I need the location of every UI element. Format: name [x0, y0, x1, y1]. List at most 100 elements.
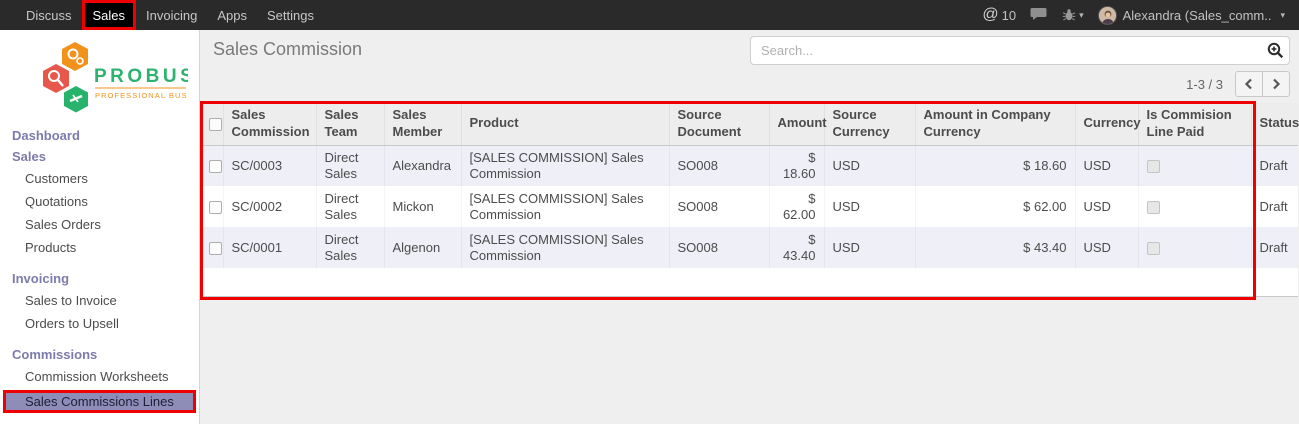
- pager-range: 1-3 / 3: [1186, 77, 1223, 92]
- sidebar-heading-commissions[interactable]: Commissions: [0, 344, 199, 365]
- mentions-counter[interactable]: @ 10: [982, 6, 1016, 24]
- menu-settings[interactable]: Settings: [257, 0, 324, 30]
- cell-source-currency: USD: [824, 145, 915, 186]
- cell-source-document: SO008: [669, 186, 769, 227]
- col-amount[interactable]: Amount: [769, 103, 824, 145]
- table-row[interactable]: SC/0003 Direct Sales Alexandra [SALES CO…: [201, 145, 1298, 186]
- col-currency[interactable]: Currency: [1075, 103, 1138, 145]
- cell-amount-company: $ 43.40: [915, 227, 1075, 268]
- search-icon[interactable]: [1261, 42, 1289, 59]
- cell-source-currency: USD: [824, 186, 915, 227]
- row-select-cell: [201, 227, 223, 268]
- cell-status: Draft: [1251, 227, 1298, 268]
- cell-member: Algenon: [384, 227, 461, 268]
- cell-paid: [1138, 186, 1251, 227]
- cell-member: Mickon: [384, 186, 461, 227]
- col-source-document[interactable]: Source Document: [669, 103, 769, 145]
- pager: 1-3 / 3: [1186, 71, 1290, 97]
- company-logo[interactable]: PROBUSE PROFESSIONAL BUSINESS: [0, 30, 199, 125]
- cell-team: Direct Sales: [316, 227, 384, 268]
- user-name: Alexandra (Sales_comm..: [1123, 8, 1272, 23]
- sidebar-heading-sales[interactable]: Sales: [0, 146, 199, 167]
- cell-amount-company: $ 18.60: [915, 145, 1075, 186]
- sidebar-heading-reports[interactable]: Reports: [0, 420, 199, 424]
- paid-checkbox[interactable]: [1147, 201, 1160, 214]
- paid-checkbox[interactable]: [1147, 160, 1160, 173]
- table-row[interactable]: SC/0002 Direct Sales Mickon [SALES COMMI…: [201, 186, 1298, 227]
- user-avatar: [1098, 6, 1117, 25]
- col-status[interactable]: Status: [1251, 103, 1298, 145]
- commission-lines-table: Sales Commission Sales Team Sales Member…: [201, 103, 1298, 297]
- col-amount-company-currency[interactable]: Amount in Company Currency: [915, 103, 1075, 145]
- table-header-row: Sales Commission Sales Team Sales Member…: [201, 103, 1298, 145]
- menu-discuss[interactable]: Discuss: [16, 0, 82, 30]
- user-caret-icon: ▾: [1280, 10, 1285, 21]
- menu-apps[interactable]: Apps: [207, 0, 257, 30]
- row-select-cell: [201, 145, 223, 186]
- menu-invoicing[interactable]: Invoicing: [136, 0, 207, 30]
- user-menu[interactable]: Alexandra (Sales_comm.. ▾: [1098, 6, 1285, 25]
- topbar-right: @ 10 ▾ Alexandra (Sales_comm.. ▾: [982, 6, 1299, 25]
- select-all-checkbox[interactable]: [209, 118, 222, 131]
- sidebar-item-orders-to-upsell[interactable]: Orders to Upsell: [0, 312, 199, 335]
- search-input[interactable]: [751, 43, 1261, 58]
- cell-product: [SALES COMMISSION] Sales Commission: [461, 186, 669, 227]
- cell-currency: USD: [1075, 186, 1138, 227]
- cell-currency: USD: [1075, 145, 1138, 186]
- select-all-cell: [201, 103, 223, 145]
- sidebar-item-customers[interactable]: Customers: [0, 167, 199, 190]
- sidebar-item-sales-orders[interactable]: Sales Orders: [0, 213, 199, 236]
- sidebar-item-products[interactable]: Products: [0, 236, 199, 259]
- cell-paid: [1138, 227, 1251, 268]
- sidebar-item-dashboard[interactable]: Dashboard: [0, 125, 199, 146]
- cell-currency: USD: [1075, 227, 1138, 268]
- cell-source-document: SO008: [669, 227, 769, 268]
- cell-status: Draft: [1251, 145, 1298, 186]
- cell-amount: $ 18.60: [769, 145, 824, 186]
- cell-team: Direct Sales: [316, 186, 384, 227]
- cell-amount-company: $ 62.00: [915, 186, 1075, 227]
- at-icon: @: [982, 6, 998, 24]
- app-window: Discuss Sales Invoicing Apps Settings @ …: [0, 0, 1299, 424]
- row-checkbox[interactable]: [209, 160, 222, 173]
- table-empty-row: [201, 268, 1298, 296]
- debug-caret-icon: ▾: [1079, 10, 1084, 21]
- col-source-currency[interactable]: Source Currency: [824, 103, 915, 145]
- paid-checkbox[interactable]: [1147, 242, 1160, 255]
- svg-text:PROBUSE: PROBUSE: [94, 66, 188, 87]
- sidebar-item-quotations[interactable]: Quotations: [0, 190, 199, 213]
- cell-amount: $ 43.40: [769, 227, 824, 268]
- pager-previous-button[interactable]: [1235, 71, 1263, 97]
- page-title: Sales Commission: [213, 39, 362, 60]
- sidebar-item-sales-commissions-lines[interactable]: Sales Commissions Lines: [3, 390, 196, 413]
- col-sales-member[interactable]: Sales Member: [384, 103, 461, 145]
- top-menu: Discuss Sales Invoicing Apps Settings: [16, 0, 324, 30]
- table-row[interactable]: SC/0001 Direct Sales Algenon [SALES COMM…: [201, 227, 1298, 268]
- row-select-cell: [201, 186, 223, 227]
- menu-sales[interactable]: Sales: [82, 0, 137, 30]
- search-box: [750, 36, 1290, 65]
- cell-product: [SALES COMMISSION] Sales Commission: [461, 227, 669, 268]
- cell-product: [SALES COMMISSION] Sales Commission: [461, 145, 669, 186]
- col-product[interactable]: Product: [461, 103, 669, 145]
- messages-icon[interactable]: [1030, 7, 1048, 24]
- row-checkbox[interactable]: [209, 201, 222, 214]
- pager-next-button[interactable]: [1262, 71, 1290, 97]
- svg-text:PROFESSIONAL BUSINESS: PROFESSIONAL BUSINESS: [95, 91, 188, 100]
- cell-paid: [1138, 145, 1251, 186]
- col-sales-team[interactable]: Sales Team: [316, 103, 384, 145]
- cell-source-currency: USD: [824, 227, 915, 268]
- debug-bug-icon[interactable]: ▾: [1062, 8, 1084, 22]
- cell-name: SC/0003: [223, 145, 316, 186]
- cell-team: Direct Sales: [316, 145, 384, 186]
- col-sales-commission[interactable]: Sales Commission: [223, 103, 316, 145]
- cell-source-document: SO008: [669, 145, 769, 186]
- col-is-commission-line-paid[interactable]: Is Commision Line Paid: [1138, 103, 1251, 145]
- top-navbar: Discuss Sales Invoicing Apps Settings @ …: [0, 0, 1299, 30]
- cell-name: SC/0001: [223, 227, 316, 268]
- row-checkbox[interactable]: [209, 242, 222, 255]
- sidebar-heading-invoicing[interactable]: Invoicing: [0, 268, 199, 289]
- cell-name: SC/0002: [223, 186, 316, 227]
- sidebar-item-commission-worksheets[interactable]: Commission Worksheets: [0, 365, 199, 388]
- sidebar-item-sales-to-invoice[interactable]: Sales to Invoice: [0, 289, 199, 312]
